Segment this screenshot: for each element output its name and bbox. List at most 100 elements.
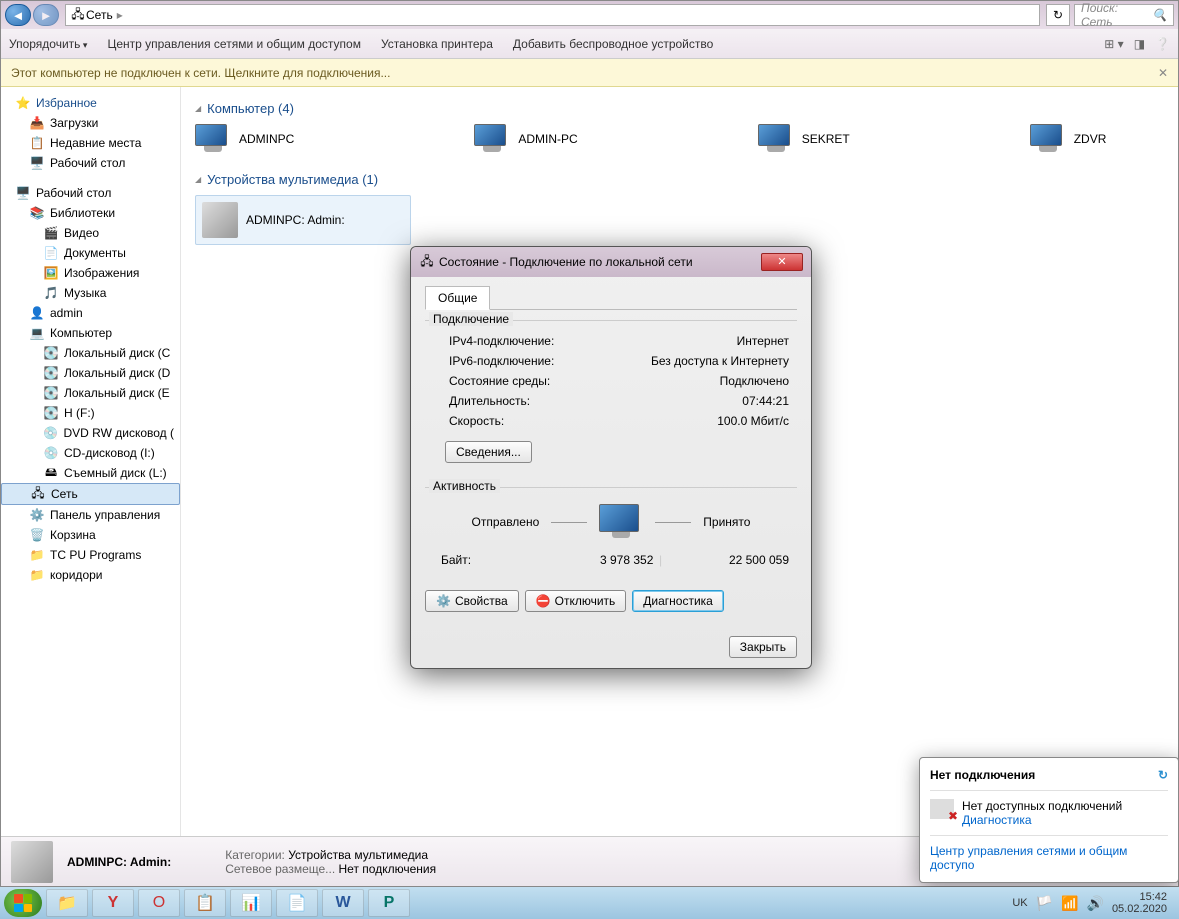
popup-message: Нет доступных подключений bbox=[962, 799, 1122, 813]
tray-clock[interactable]: 15:42 05.02.2020 bbox=[1112, 891, 1167, 915]
computer-adminpc[interactable]: ADMINPC bbox=[195, 124, 294, 154]
network-icon: 🖧 bbox=[70, 7, 86, 23]
computer-admin-pc[interactable]: ADMIN-PC bbox=[474, 124, 577, 154]
network-center-button[interactable]: Центр управления сетями и общим доступом bbox=[107, 37, 361, 51]
task-yandex[interactable]: Y bbox=[92, 889, 134, 917]
sidebar-disk-h[interactable]: 💽H (F:) bbox=[1, 403, 180, 423]
sidebar-recycle[interactable]: 🗑️Корзина bbox=[1, 525, 180, 545]
search-input[interactable]: Поиск: Сеть 🔍 bbox=[1074, 4, 1174, 26]
start-button[interactable] bbox=[4, 889, 42, 917]
sidebar-libraries[interactable]: 📚Библиотеки bbox=[1, 203, 180, 223]
image-icon: 🖼️ bbox=[43, 265, 59, 281]
disable-button[interactable]: ⛔Отключить bbox=[525, 590, 627, 612]
disk-icon: 💽 bbox=[43, 365, 59, 381]
sidebar-music[interactable]: 🎵Музыка bbox=[1, 283, 180, 303]
tray-volume-icon[interactable]: 🔊 bbox=[1087, 895, 1104, 912]
connection-status-dialog: 🖧 Состояние - Подключение по локальной с… bbox=[410, 246, 812, 669]
usb-icon: 🖴 bbox=[43, 465, 59, 481]
computer-sekret[interactable]: SEKRET bbox=[758, 124, 850, 154]
popup-diagnostics-link[interactable]: Диагностика bbox=[962, 813, 1032, 827]
task-app3[interactable]: 📄 bbox=[276, 889, 318, 917]
media-device-icon bbox=[202, 202, 238, 238]
bytes-received: 22 500 059 bbox=[729, 553, 789, 567]
task-opera[interactable]: O bbox=[138, 889, 180, 917]
forward-button[interactable]: ► bbox=[33, 4, 59, 26]
computer-icon bbox=[474, 124, 510, 154]
task-app1[interactable]: 📋 bbox=[184, 889, 226, 917]
help-icon[interactable]: ❔ bbox=[1155, 37, 1170, 51]
warning-bar[interactable]: Этот компьютер не подключен к сети. Щелк… bbox=[1, 59, 1178, 87]
sidebar-admin[interactable]: 👤admin bbox=[1, 303, 180, 323]
diagnostics-button[interactable]: Диагностика bbox=[632, 590, 724, 612]
tray-lang[interactable]: UK bbox=[1012, 897, 1027, 909]
computer-zdvr[interactable]: ZDVR bbox=[1030, 124, 1107, 154]
warning-close[interactable]: ✕ bbox=[1158, 66, 1168, 80]
music-icon: 🎵 bbox=[43, 285, 59, 301]
document-icon: 📄 bbox=[43, 245, 59, 261]
sidebar-computer[interactable]: 💻Компьютер bbox=[1, 323, 180, 343]
connection-section: Подключение IPv4-подключение:Интернет IP… bbox=[425, 320, 797, 473]
tab-general[interactable]: Общие bbox=[425, 286, 490, 310]
sidebar-usb[interactable]: 🖴Съемный диск (L:) bbox=[1, 463, 180, 483]
add-wireless-button[interactable]: Добавить беспроводное устройство bbox=[513, 37, 713, 51]
desktop-icon: 🖥️ bbox=[15, 185, 31, 201]
multimedia-adminpc[interactable]: ADMINPC: Admin: bbox=[195, 195, 411, 245]
dialog-titlebar[interactable]: 🖧 Состояние - Подключение по локальной с… bbox=[411, 247, 811, 277]
sidebar-tcpu[interactable]: 📁TC PU Programs bbox=[1, 545, 180, 565]
sidebar-desktop[interactable]: 🖥️Рабочий стол bbox=[1, 183, 180, 203]
popup-network-center-link[interactable]: Центр управления сетями и общим доступо bbox=[930, 844, 1127, 872]
cd-icon: 💿 bbox=[43, 445, 59, 461]
sidebar-images[interactable]: 🖼️Изображения bbox=[1, 263, 180, 283]
sidebar-video[interactable]: 🎬Видео bbox=[1, 223, 180, 243]
computer-icon bbox=[1030, 124, 1066, 154]
sidebar-dvd[interactable]: 💿DVD RW дисковод ( bbox=[1, 423, 180, 443]
sidebar-favorites[interactable]: ⭐Избранное bbox=[1, 93, 180, 113]
folder-icon: 📁 bbox=[29, 547, 45, 563]
activity-section: Активность Отправлено Принято Байт: 3 97… bbox=[425, 487, 797, 576]
close-button[interactable]: Закрыть bbox=[729, 636, 797, 658]
sidebar-disk-c[interactable]: 💽Локальный диск (C bbox=[1, 343, 180, 363]
task-app2[interactable]: 📊 bbox=[230, 889, 272, 917]
organize-menu[interactable]: Упорядочить bbox=[9, 37, 87, 51]
disable-icon: ⛔ bbox=[536, 594, 551, 608]
sidebar-control-panel[interactable]: ⚙️Панель управления bbox=[1, 505, 180, 525]
sidebar-cd[interactable]: 💿CD-дисковод (I:) bbox=[1, 443, 180, 463]
task-explorer[interactable]: 📁 bbox=[46, 889, 88, 917]
sidebar-network[interactable]: 🖧Сеть bbox=[1, 483, 180, 505]
task-publisher[interactable]: P bbox=[368, 889, 410, 917]
back-button[interactable]: ◄ bbox=[5, 4, 31, 26]
task-word[interactable]: W bbox=[322, 889, 364, 917]
group-multimedia[interactable]: Устройства мультимедиа (1) bbox=[195, 172, 1164, 187]
sidebar-downloads[interactable]: 📥Загрузки bbox=[1, 113, 180, 133]
sidebar-documents[interactable]: 📄Документы bbox=[1, 243, 180, 263]
preview-icon[interactable]: ◨ bbox=[1134, 37, 1145, 51]
sidebar-disk-d[interactable]: 💽Локальный диск (D bbox=[1, 363, 180, 383]
details-button[interactable]: Сведения... bbox=[445, 441, 532, 463]
bytes-sent: 3 978 352 bbox=[600, 553, 653, 567]
no-connection-icon bbox=[930, 799, 954, 819]
popup-title: Нет подключения bbox=[930, 768, 1035, 782]
library-icon: 📚 bbox=[29, 205, 45, 221]
network-activity-icon bbox=[599, 504, 643, 540]
properties-button[interactable]: ⚙️Свойства bbox=[425, 590, 519, 612]
recycle-icon: 🗑️ bbox=[29, 527, 45, 543]
group-computer[interactable]: Компьютер (4) bbox=[195, 101, 1164, 116]
install-printer-button[interactable]: Установка принтера bbox=[381, 37, 493, 51]
tray-flag-icon[interactable]: 🏳️ bbox=[1036, 895, 1053, 912]
breadcrumb-location: Сеть bbox=[86, 8, 113, 22]
sidebar-koridori[interactable]: 📁коридори bbox=[1, 565, 180, 585]
breadcrumb[interactable]: 🖧 Сеть ▸ bbox=[65, 4, 1040, 26]
dialog-close-button[interactable]: ✕ bbox=[761, 253, 803, 271]
sidebar-disk-e[interactable]: 💽Локальный диск (E bbox=[1, 383, 180, 403]
network-tray-popup: Нет подключения ↻ Нет доступных подключе… bbox=[919, 757, 1179, 883]
sidebar-desktop-fav[interactable]: 🖥️Рабочий стол bbox=[1, 153, 180, 173]
computer-icon bbox=[195, 124, 231, 154]
folder-icon: 📁 bbox=[29, 567, 45, 583]
view-icon[interactable]: ⊞ ▾ bbox=[1104, 37, 1123, 51]
refresh-button[interactable]: ↻ bbox=[1046, 4, 1070, 26]
titlebar: ◄ ► 🖧 Сеть ▸ ↻ Поиск: Сеть 🔍 bbox=[1, 1, 1178, 29]
tray-network-icon[interactable]: 📶 bbox=[1061, 895, 1078, 912]
panel-icon: ⚙️ bbox=[29, 507, 45, 523]
refresh-icon[interactable]: ↻ bbox=[1158, 768, 1168, 782]
sidebar-recent[interactable]: 📋Недавние места bbox=[1, 133, 180, 153]
